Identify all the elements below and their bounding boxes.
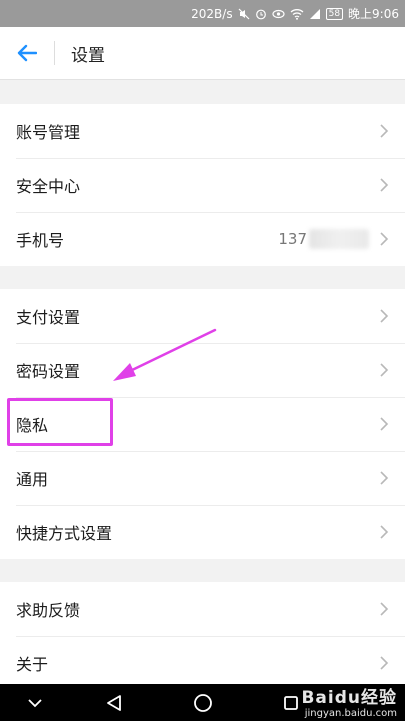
settings-item-feedback[interactable]: 求助反馈	[0, 582, 405, 636]
settings-item-label: 隐私	[16, 416, 49, 435]
chevron-right-icon	[379, 177, 389, 193]
settings-item-label: 安全中心	[16, 177, 81, 196]
settings-item-password[interactable]: 密码设置	[0, 343, 405, 397]
chevron-right-icon	[379, 231, 389, 247]
settings-item-shortcuts[interactable]: 快捷方式设置	[0, 505, 405, 559]
settings-item-label: 密码设置	[16, 362, 81, 381]
watermark-main-text: Baidu经验	[301, 688, 397, 708]
wifi-icon	[290, 8, 304, 20]
arrow-left-icon	[17, 44, 37, 62]
circle-home-icon	[194, 693, 212, 712]
network-speed: 202B/s	[191, 6, 233, 21]
settings-item-label: 账号管理	[16, 123, 81, 142]
phone-number-value: 137	[278, 230, 307, 248]
settings-group-general: 支付设置 密码设置 隐私 通用 快捷方式设置	[0, 289, 405, 559]
settings-item-phone-number[interactable]: 手机号 137	[0, 212, 405, 266]
header-bar: 设置	[0, 27, 405, 80]
settings-item-label: 求助反馈	[16, 601, 81, 620]
nav-collapse-button[interactable]	[10, 684, 60, 721]
settings-item-account-management[interactable]: 账号管理	[0, 104, 405, 158]
settings-group-help: 求助反馈 关于	[0, 582, 405, 690]
settings-item-general[interactable]: 通用	[0, 451, 405, 505]
settings-item-security-center[interactable]: 安全中心	[0, 158, 405, 212]
chevron-right-icon	[379, 362, 389, 378]
chevron-down-icon	[28, 698, 42, 707]
eye-icon	[271, 8, 285, 20]
nav-back-button[interactable]	[89, 684, 139, 721]
chevron-right-icon	[379, 524, 389, 540]
triangle-back-icon	[107, 694, 121, 711]
chevron-right-icon	[379, 470, 389, 486]
settings-item-label: 支付设置	[16, 308, 81, 327]
settings-item-label: 手机号	[16, 231, 65, 250]
settings-item-label: 通用	[16, 470, 49, 489]
header-divider	[54, 41, 55, 65]
alarm-icon	[255, 8, 267, 20]
chevron-right-icon	[379, 308, 389, 324]
system-nav-bar: Baidu经验 jingyan.baidu.com	[0, 684, 405, 721]
page-title: 设置	[71, 45, 105, 66]
chevron-right-icon	[379, 601, 389, 617]
chevron-right-icon	[379, 123, 389, 139]
status-bar: 202B/s 58 晚上9:06	[0, 0, 405, 27]
baidu-watermark: Baidu经验 jingyan.baidu.com	[301, 683, 397, 719]
settings-item-label: 关于	[16, 655, 49, 674]
chevron-right-icon	[379, 416, 389, 432]
chevron-right-icon	[379, 655, 389, 671]
settings-item-label: 快捷方式设置	[16, 524, 113, 543]
nav-home-button[interactable]	[178, 684, 228, 721]
battery-icon: 58	[325, 7, 344, 20]
settings-group-account: 账号管理 安全中心 手机号 137	[0, 104, 405, 266]
clock-time: 晚上9:06	[348, 7, 399, 21]
settings-item-payment[interactable]: 支付设置	[0, 289, 405, 343]
signal-icon	[309, 8, 321, 20]
mute-icon	[238, 8, 250, 20]
settings-item-about[interactable]: 关于	[0, 636, 405, 690]
square-recents-icon	[284, 695, 298, 710]
watermark-sub-text: jingyan.baidu.com	[304, 708, 397, 719]
redacted-phone-mask	[309, 229, 369, 249]
settings-item-privacy[interactable]: 隐私	[0, 397, 405, 451]
back-button[interactable]	[0, 27, 54, 80]
